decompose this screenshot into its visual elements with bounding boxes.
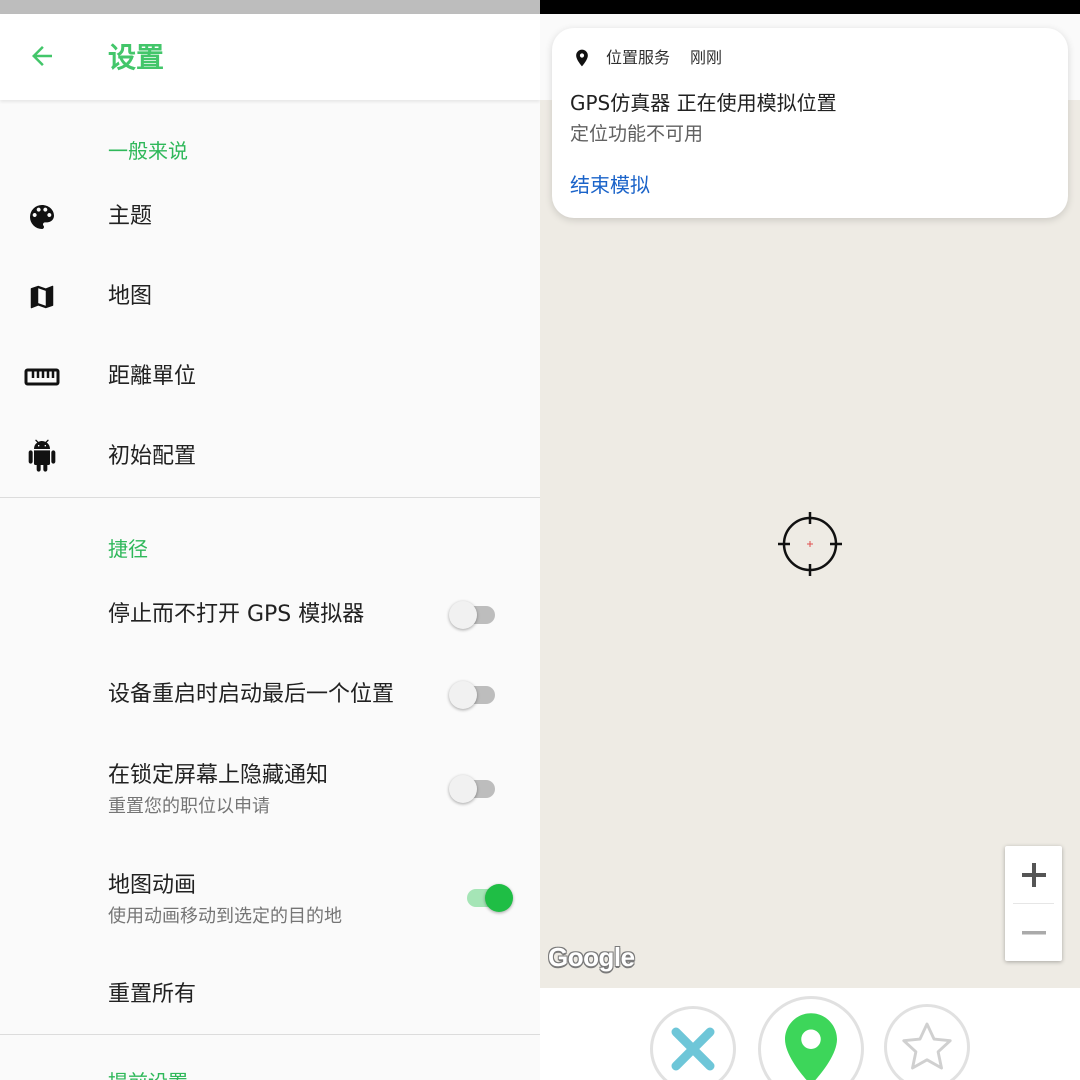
toggle-switch-restart-last-location[interactable]	[449, 677, 501, 713]
google-attribution-logo: Google	[548, 942, 635, 972]
settings-item-label: 地图动画	[108, 873, 197, 898]
section-header-general: 一般来说	[108, 139, 188, 163]
toggle-switch-stop-without-open[interactable]	[449, 597, 501, 633]
android-icon	[24, 439, 60, 475]
settings-item-label: 在锁定屏幕上隐藏通知	[108, 763, 329, 788]
switch-thumb	[449, 775, 477, 803]
notification-card[interactable]: 位置服务 刚刚 GPS仿真器 正在使用模拟位置 定位功能不可用 结束模拟	[552, 28, 1068, 218]
palette-icon	[24, 199, 60, 235]
settings-item-distance-unit[interactable]: 距離單位	[0, 344, 540, 410]
settings-item-label: 停止而不打开 GPS 模拟器	[108, 602, 365, 627]
close-icon	[671, 1027, 715, 1071]
location-pin-icon	[785, 1013, 837, 1080]
settings-item-map-animation[interactable]: 地图动画 使用动画移动到选定的目的地	[0, 852, 540, 942]
cancel-button[interactable]	[650, 1006, 736, 1080]
settings-item-map[interactable]: 地图	[0, 264, 540, 330]
settings-item-label: 距離單位	[108, 364, 197, 389]
settings-item-stop-without-open[interactable]: 停止而不打开 GPS 模拟器	[0, 582, 540, 648]
switch-thumb	[485, 884, 513, 912]
section-divider	[0, 497, 540, 498]
settings-item-label: 主题	[108, 204, 153, 229]
favorite-button[interactable]	[884, 1004, 970, 1080]
settings-item-theme[interactable]: 主题	[0, 184, 540, 250]
app-bar: 设置	[0, 14, 540, 100]
zoom-controls	[1005, 846, 1062, 961]
status-bar	[0, 0, 540, 14]
switch-thumb	[449, 601, 477, 629]
settings-item-label: 设备重启时启动最后一个位置	[108, 682, 395, 707]
arrow-back-icon	[32, 46, 52, 66]
notification-app-name: 位置服务	[606, 48, 671, 67]
star-outline-icon	[902, 1022, 952, 1070]
ruler-icon	[24, 359, 60, 395]
notification-time: 刚刚	[690, 48, 723, 67]
toggle-switch-map-animation[interactable]	[461, 880, 513, 916]
plus-icon	[1021, 862, 1046, 887]
settings-item-reset-all[interactable]: 重置所有	[0, 962, 540, 1028]
notification-body: 定位功能不可用	[570, 123, 704, 145]
settings-item-subtitle: 重置您的职位以申请	[108, 796, 270, 817]
set-location-button[interactable]	[758, 996, 864, 1080]
location-pin-icon	[576, 49, 588, 67]
zoom-out-button[interactable]	[1005, 904, 1062, 961]
bottom-action-bar	[540, 988, 1080, 1080]
map-pane: Google 位置服务 刚刚 GPS仿真器 正在使用模拟位置 定位功能不可用 结…	[540, 0, 1080, 1080]
settings-item-label: 地图	[108, 284, 153, 309]
end-simulation-button[interactable]: 结束模拟	[570, 170, 650, 200]
map-icon	[24, 279, 60, 315]
back-button[interactable]	[20, 34, 64, 78]
zoom-in-button[interactable]	[1005, 846, 1062, 903]
map-view[interactable]	[540, 100, 1080, 988]
switch-thumb	[449, 681, 477, 709]
settings-item-hide-lockscreen-notification[interactable]: 在锁定屏幕上隐藏通知 重置您的职位以申请	[0, 742, 540, 832]
notification-title: GPS仿真器 正在使用模拟位置	[570, 91, 837, 115]
status-bar	[540, 0, 1080, 14]
page-title: 设置	[108, 41, 165, 74]
section-divider	[0, 1034, 540, 1035]
section-header-shortcuts: 捷径	[108, 537, 148, 561]
settings-item-label: 初始配置	[108, 444, 197, 469]
crosshair-icon	[778, 512, 842, 576]
settings-item-initial-config[interactable]: 初始配置	[0, 424, 540, 490]
settings-item-restart-last-location[interactable]: 设备重启时启动最后一个位置	[0, 662, 540, 728]
toggle-switch-hide-lockscreen-notification[interactable]	[449, 771, 501, 807]
minus-icon	[1021, 930, 1046, 934]
settings-item-label: 重置所有	[108, 982, 197, 1007]
settings-item-subtitle: 使用动画移动到选定的目的地	[108, 906, 342, 927]
settings-pane: 设置 一般来说 主题 地图 距離單位 初始配置 捷径 停止而不打开 GPS 模拟…	[0, 0, 540, 1080]
section-header-advanced: 提前设置	[108, 1068, 188, 1080]
